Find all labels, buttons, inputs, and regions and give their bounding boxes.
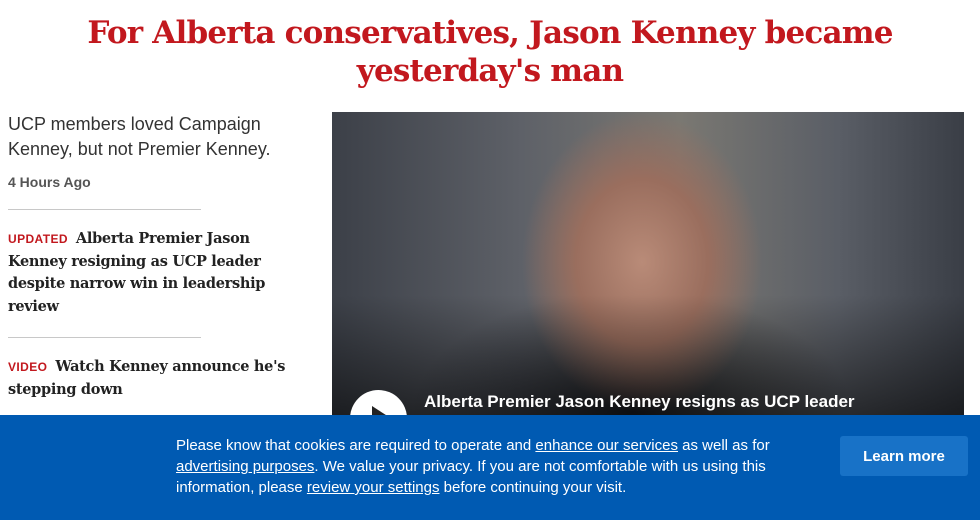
cookie-text-part: as well as for xyxy=(678,437,770,454)
story-label-badge: UPDATED xyxy=(8,232,68,246)
cookie-banner: Please know that cookies are required to… xyxy=(0,415,980,520)
related-story-link[interactable]: VIDEO Watch Kenney announce he's stepping… xyxy=(8,356,308,401)
advertising-purposes-link[interactable]: advertising purposes xyxy=(176,458,314,475)
divider xyxy=(8,209,201,210)
video-player[interactable]: Alberta Premier Jason Kenney resigns as … xyxy=(332,112,964,415)
related-story-link[interactable]: UPDATED Alberta Premier Jason Kenney resi… xyxy=(8,228,308,318)
article-deck: UCP members loved Campaign Kenney, but n… xyxy=(8,114,271,159)
divider xyxy=(8,337,201,338)
article-timestamp: 4 Hours Ago xyxy=(8,174,91,190)
article-headline: For Alberta conservatives, Jason Kenney … xyxy=(87,15,893,89)
play-icon xyxy=(372,406,389,415)
story-label-badge: VIDEO xyxy=(8,360,48,374)
article-sidebar: UCP members loved Campaign Kenney, but n… xyxy=(8,112,308,401)
cookie-text-part: before continuing your visit. xyxy=(439,479,627,496)
review-settings-link[interactable]: review your settings xyxy=(307,479,440,496)
story-title: Watch Kenney announce he's stepping down xyxy=(8,358,286,398)
learn-more-button[interactable]: Learn more xyxy=(840,436,968,476)
cookie-notice-text: Please know that cookies are required to… xyxy=(176,435,816,498)
video-caption: Alberta Premier Jason Kenney resigns as … xyxy=(424,392,855,411)
enhance-services-link[interactable]: enhance our services xyxy=(535,437,678,454)
cookie-text-part: Please know that cookies are required to… xyxy=(176,437,536,454)
